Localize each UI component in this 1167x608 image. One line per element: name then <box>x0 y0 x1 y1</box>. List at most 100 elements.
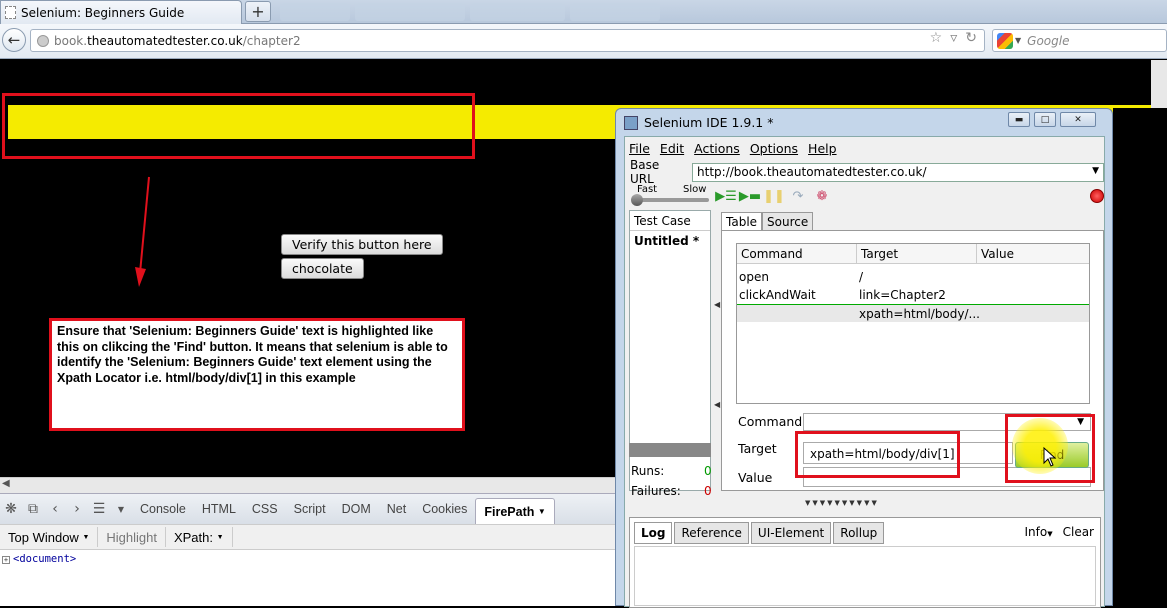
menu-actions[interactable]: Actions <box>694 141 740 156</box>
rollup-icon[interactable]: ❁ <box>813 188 831 204</box>
maximize-button[interactable]: □ <box>1034 112 1056 127</box>
tab-ui-element[interactable]: UI-Element <box>750 522 832 544</box>
tab-cookies[interactable]: Cookies <box>414 502 475 516</box>
editor-tabs: Table Source <box>721 212 814 230</box>
menu-icon[interactable]: ☰ <box>88 498 110 520</box>
background-tab[interactable] <box>570 3 660 21</box>
bookmark-star-icon[interactable]: ☆ <box>930 30 943 46</box>
scroll-left-icon[interactable]: ◀ <box>2 478 10 489</box>
test-case-item[interactable]: Untitled * <box>630 231 710 251</box>
tab-dom[interactable]: DOM <box>334 502 379 516</box>
command-table: Command Target Value open / clickAndWait… <box>736 243 1090 404</box>
play-suite-icon[interactable]: ▶☰ <box>715 188 737 204</box>
tab-title: Selenium: Beginners Guide <box>21 5 185 20</box>
tab-rollup[interactable]: Rollup <box>833 522 885 544</box>
ide-content: File Edit Actions Options Help Base URL … <box>624 136 1105 608</box>
page-horizontal-scrollbar[interactable]: ◀ <box>0 477 615 493</box>
url-domain: theautomatedtester.co.uk <box>87 33 243 48</box>
page-background-right <box>1113 108 1167 606</box>
tree-node-label: <document> <box>13 553 77 565</box>
info-label: Info <box>1024 525 1048 539</box>
minimize-button[interactable]: ▬ <box>1008 112 1030 127</box>
firebug-bug-icon[interactable]: ❋ <box>0 498 22 520</box>
search-bar[interactable]: ▼ Google <box>992 29 1167 52</box>
table-row[interactable]: clickAndWait link=Chapter2 <box>737 286 1089 304</box>
url-prefix: book. <box>54 33 88 48</box>
new-tab-button[interactable]: + <box>245 1 271 22</box>
inspect-icon[interactable]: ⧉ <box>22 498 44 520</box>
tab-source[interactable]: Source <box>762 212 814 230</box>
address-bar[interactable]: book. theautomatedtester.co.uk/chapter2 <box>30 29 985 52</box>
tab-table[interactable]: Table <box>721 212 763 230</box>
search-placeholder: Google <box>1027 33 1070 48</box>
firepath-subtoolbar: Top Window ▼ Highlight XPath: ▼ <box>0 524 615 550</box>
base-url-label: Base URL <box>630 158 660 186</box>
chevron-down-icon: ▼ <box>216 533 224 541</box>
speed-fast-label: Fast <box>637 184 658 195</box>
background-tab[interactable] <box>470 3 565 21</box>
collapse-left-icon[interactable]: ◀ <box>714 300 720 309</box>
base-url-row: Base URL http://book.theautomatedtester.… <box>625 158 1104 186</box>
google-logo-icon <box>997 32 1013 49</box>
tab-script[interactable]: Script <box>286 502 334 516</box>
chocolate-button[interactable]: chocolate <box>281 258 364 279</box>
annotation-box-highlight <box>2 93 475 159</box>
tab-log[interactable]: Log <box>634 522 673 544</box>
tab-console[interactable]: Console <box>132 502 194 516</box>
mouse-cursor-icon <box>1043 447 1057 467</box>
highlight-button[interactable]: Highlight <box>98 527 166 547</box>
pause-icon[interactable]: ❚❚ <box>763 188 785 204</box>
top-window-dropdown[interactable]: Top Window ▼ <box>0 527 99 547</box>
tab-net[interactable]: Net <box>379 502 414 516</box>
menu-edit[interactable]: Edit <box>660 141 684 156</box>
menu-help[interactable]: Help <box>808 141 837 156</box>
play-test-icon[interactable]: ▶▬ <box>739 188 761 204</box>
ide-toolbar: Fast Slow ▶☰ ▶▬ ❚❚ ↷ ❁ <box>625 184 1104 208</box>
tab-html[interactable]: HTML <box>194 502 244 516</box>
tab-css[interactable]: CSS <box>244 502 286 516</box>
speed-slider[interactable]: Fast Slow <box>631 184 711 208</box>
info-dropdown[interactable]: Info▼ <box>1025 525 1053 539</box>
close-button[interactable]: ✕ <box>1060 112 1096 127</box>
xpath-dropdown[interactable]: XPath: ▼ <box>166 527 233 547</box>
menu-file[interactable]: File <box>629 141 650 156</box>
verify-button[interactable]: Verify this button here <box>281 234 443 255</box>
search-engine-dropdown-icon[interactable]: ▼ <box>1015 36 1021 45</box>
close-icon: ✕ <box>1074 114 1082 125</box>
panel-resize-handle[interactable]: ▼▼▼▼▼▼▼▼▼▼ <box>625 499 1104 507</box>
tree-node[interactable]: + <document> <box>2 553 76 565</box>
globe-icon <box>37 34 49 47</box>
reload-icon[interactable]: ↻ <box>965 30 977 46</box>
annotation-box-target <box>795 431 960 478</box>
page-favicon-icon <box>5 6 16 19</box>
table-row-selected[interactable]: xpath=html/body/... <box>737 304 1089 322</box>
history-dropdown-icon[interactable]: ▿ <box>950 30 957 46</box>
failures-label: Failures: <box>631 484 681 498</box>
expand-icon[interactable]: + <box>2 556 10 564</box>
base-url-input[interactable]: http://book.theautomatedtester.co.uk/ ▼ <box>692 162 1104 182</box>
record-button[interactable] <box>1090 189 1104 203</box>
test-case-header: Test Case <box>630 211 710 231</box>
tab-firepath[interactable]: FirePath ▼ <box>475 497 555 525</box>
background-tab[interactable] <box>280 3 350 21</box>
column-header-value: Value <box>977 244 1089 264</box>
menu-options[interactable]: Options <box>750 141 798 156</box>
row-target: xpath=html/body/... <box>859 307 980 321</box>
background-tab[interactable] <box>355 3 465 21</box>
clear-button[interactable]: Clear <box>1063 525 1094 539</box>
chevron-down-icon[interactable]: ▼ <box>1092 166 1099 176</box>
nav-forward-icon[interactable]: › <box>66 498 88 520</box>
panel-splitter[interactable]: ◀ ◀ <box>714 210 720 491</box>
browser-tab-active[interactable]: Selenium: Beginners Guide <box>0 0 242 24</box>
column-header-command: Command <box>737 244 857 264</box>
step-icon[interactable]: ↷ <box>789 188 807 204</box>
address-bar-icons: ☆ ▿ ↻ <box>930 30 977 46</box>
collapse-left-icon[interactable]: ◀ <box>714 400 720 409</box>
back-button[interactable]: ← <box>2 28 26 52</box>
dropdown-icon[interactable]: ▼ <box>110 498 132 520</box>
tab-reference[interactable]: Reference <box>674 522 749 544</box>
table-row[interactable]: open / <box>737 268 1089 286</box>
value-label: Value <box>738 470 773 485</box>
nav-back-icon[interactable]: ‹ <box>44 498 66 520</box>
speed-knob[interactable] <box>631 194 643 206</box>
